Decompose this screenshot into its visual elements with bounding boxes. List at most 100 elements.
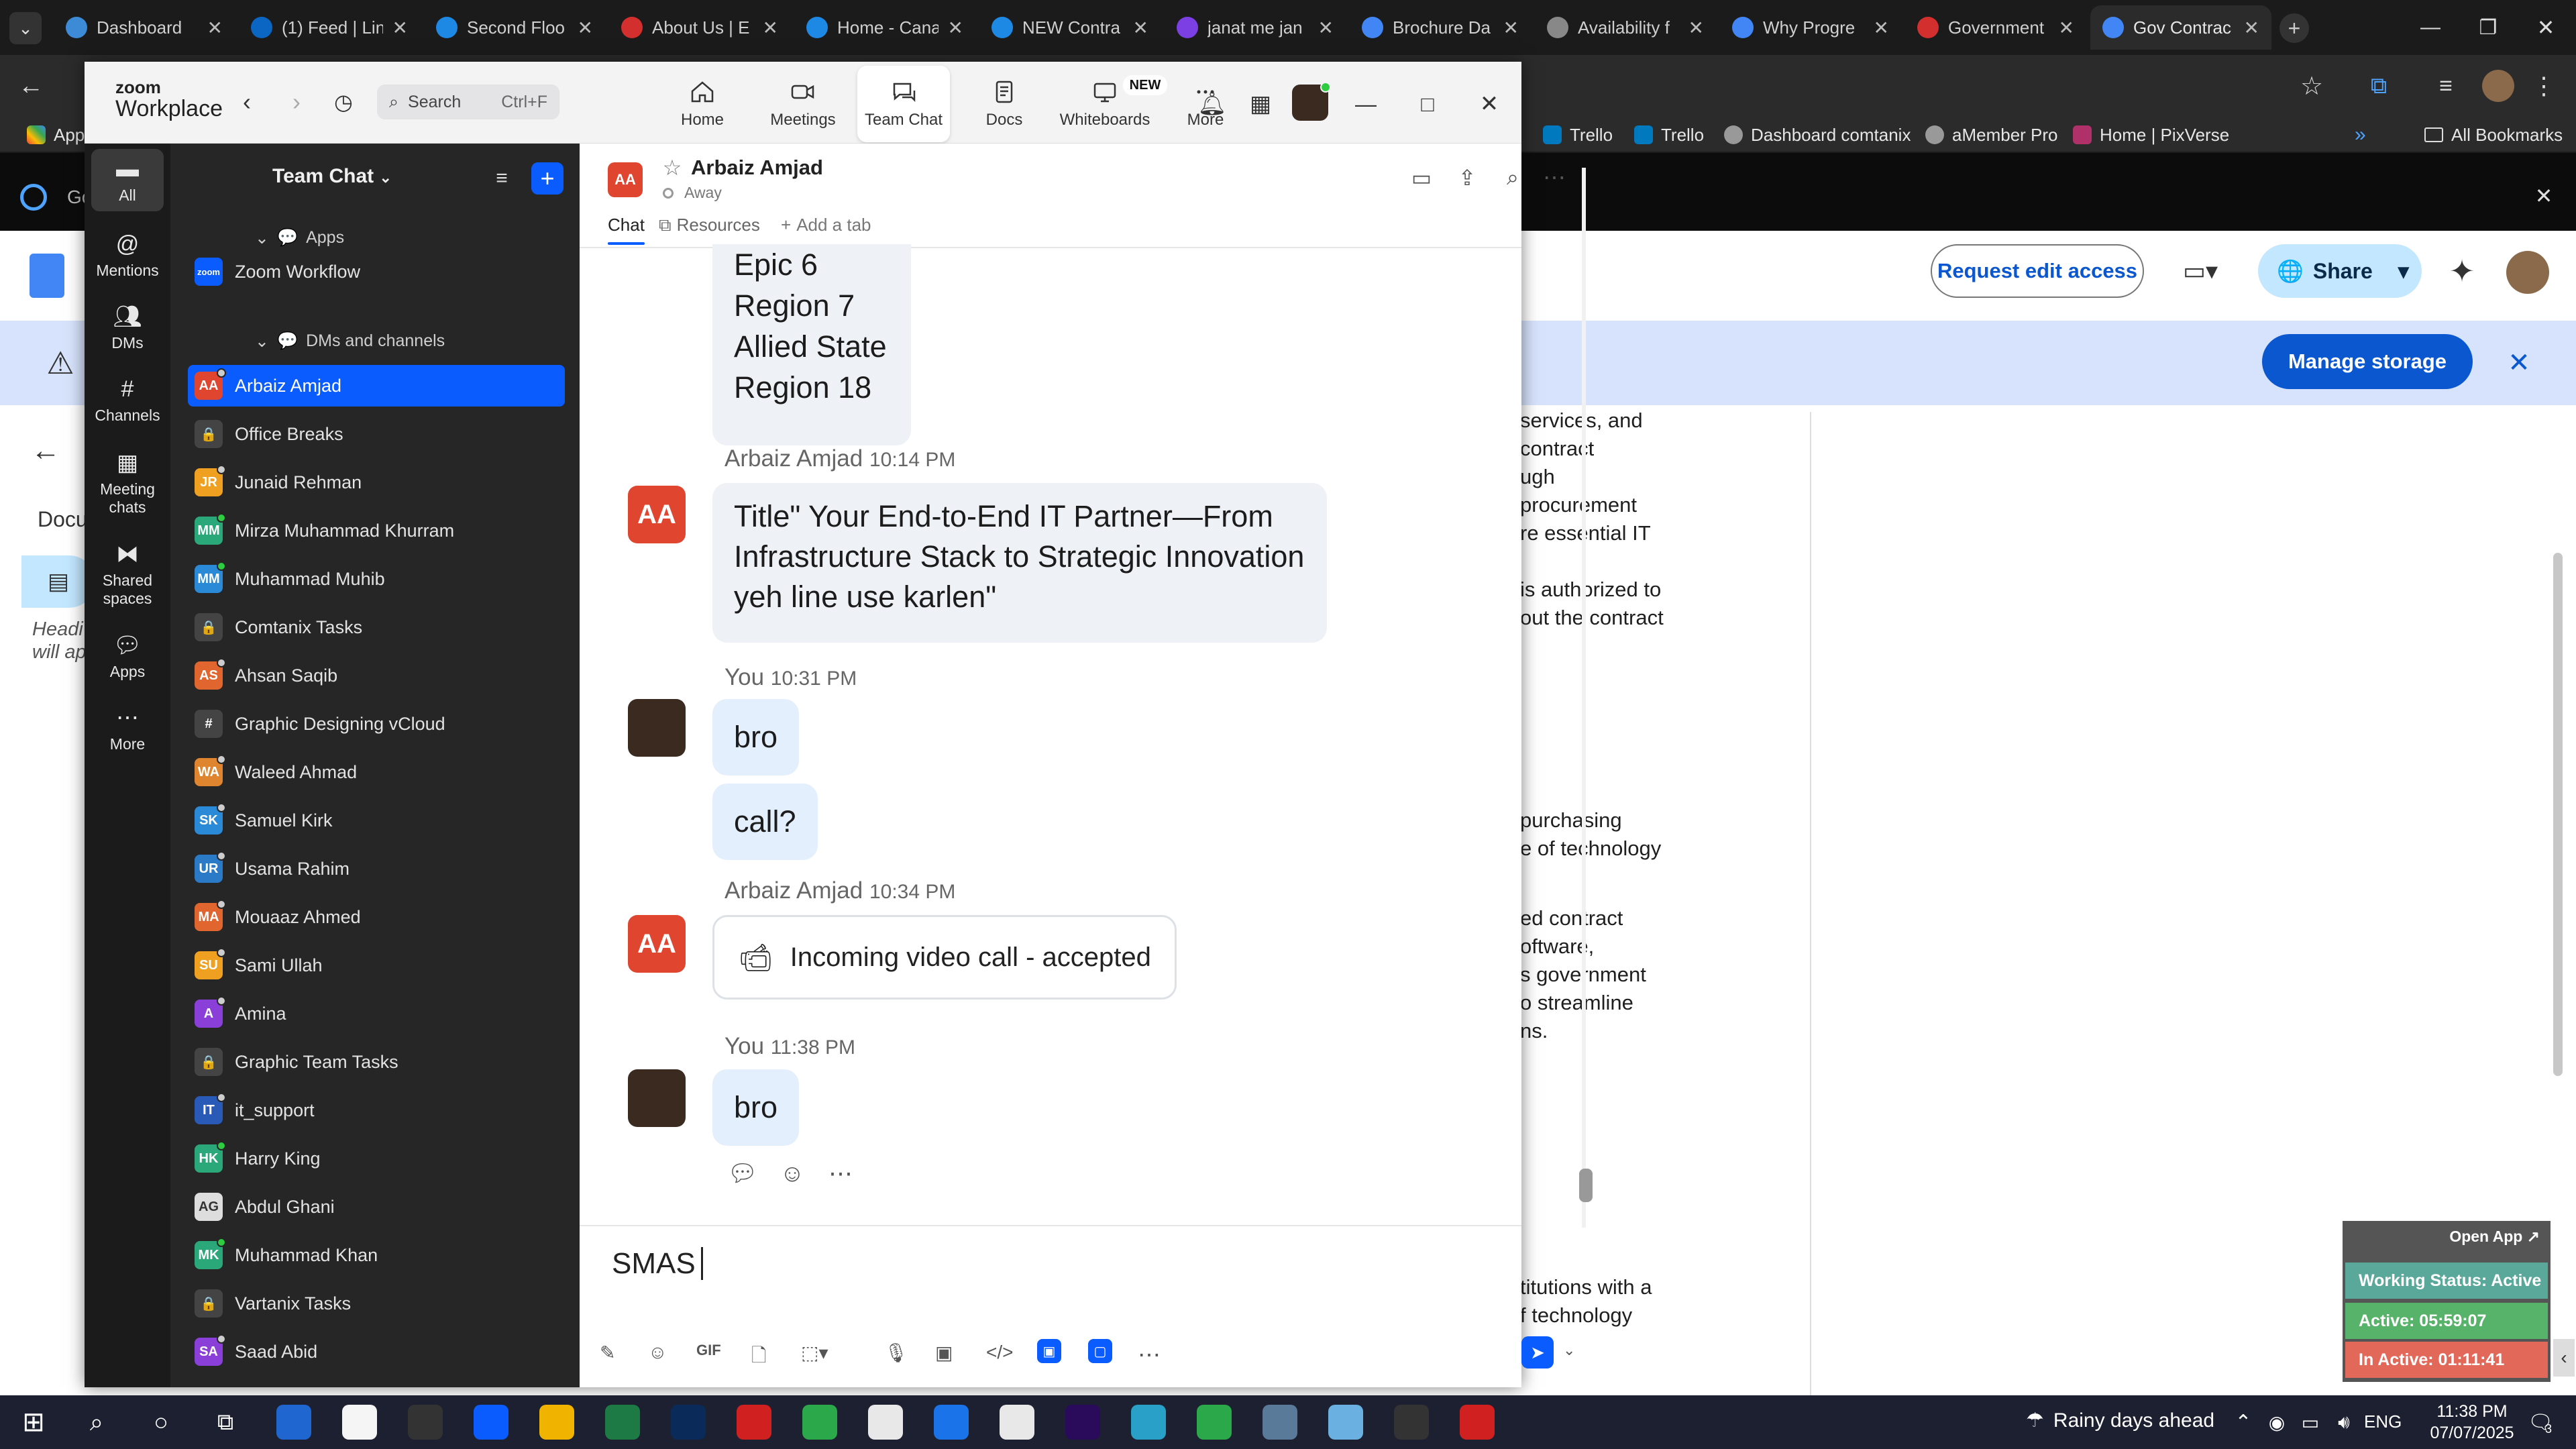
format-icon[interactable]: ✎ [600,1342,615,1364]
close-tab-icon[interactable]: ✕ [948,17,963,39]
section-dms[interactable]: ⌄ 💬 DMs and channels [255,331,445,352]
sidebar-item[interactable]: UR Usama Rahim [188,848,565,890]
close-tab-icon[interactable]: ✕ [1503,17,1519,39]
video-icon[interactable]: ▭ [1405,161,1438,195]
sidebar-item[interactable]: MK Muhammad Khan [188,1234,565,1276]
search-taskbar-icon[interactable]: ⌕ [80,1406,113,1438]
my-avatar[interactable] [628,1069,686,1127]
bell-icon[interactable]: 🔔︎ [1195,87,1229,121]
compose-plus-button[interactable]: + [531,162,564,195]
message-bubble[interactable]: bro [712,1069,800,1146]
network-icon[interactable]: ▭ [2297,1406,2324,1438]
notepad-taskbar-icon[interactable] [1328,1405,1363,1440]
profile-avatar[interactable] [2482,70,2514,102]
contact-avatar[interactable]: AA [608,162,643,197]
tab-resources[interactable]: ⧉ Resources [659,215,760,236]
nav-meetings[interactable]: Meetings [757,66,849,142]
star-icon[interactable]: ☆ [660,156,684,180]
acrobat-taskbar-icon[interactable] [737,1405,771,1440]
close-tab-icon[interactable]: ✕ [763,17,778,39]
bookmark-trello-1[interactable]: Trello [1543,117,1613,153]
collapse-tracker-icon[interactable]: ‹ [2553,1339,2575,1377]
call-event-card[interactable]: 📹︎ Incoming video call - accepted [712,915,1177,1000]
clock[interactable]: 11:38 PM 07/07/2025 [2422,1401,2522,1444]
search-chat-icon[interactable]: ⌕ [1496,161,1529,195]
rail-channels[interactable]: # Channels [91,376,164,425]
back-icon[interactable]: ← [13,68,48,103]
close-tab-icon[interactable]: ✕ [2244,17,2259,39]
tab-search-icon[interactable]: ⌄ [9,12,42,44]
terminal-taskbar-icon[interactable] [408,1405,443,1440]
browser-tab[interactable]: Dashboard ✕ [54,5,235,50]
back-nav-icon[interactable]: ‹ [232,87,262,117]
compose-input[interactable]: SMAS [612,1238,703,1289]
more-bookmarks-icon[interactable]: » [2355,117,2366,153]
sidebar-item[interactable]: SK Samuel Kirk [188,800,565,841]
chat-scrollbar-thumb[interactable] [1579,1169,1593,1202]
more-compose-icon[interactable]: ⋯ [1138,1342,1161,1368]
bookmark-star-icon[interactable]: ☆ [2294,68,2329,103]
bookmark-trello-2[interactable]: Trello [1634,117,1704,153]
rail-all[interactable]: ▬ All [91,149,164,211]
sidebar-item[interactable]: SU Sami Ullah [188,945,565,986]
sidebar-item[interactable]: 🔒 Comtanix Tasks [188,606,565,648]
sidebar-item[interactable]: 🔒 Office Breaks [188,413,565,455]
bookmark-dashboard[interactable]: Dashboard comtanix [1724,117,1911,153]
close-zoom-icon[interactable]: ✕ [1469,87,1509,121]
rail-shared-spaces[interactable]: ⧓ Shared spaces [91,541,164,608]
whiteboard-shortcut-icon[interactable]: ▢ [1088,1339,1112,1363]
back-arrow-icon[interactable]: ← [27,432,64,470]
sidebar-item[interactable]: SA Saad Abid [188,1331,565,1373]
close-banner-icon[interactable]: ✕ [2502,346,2536,380]
close-icon[interactable]: ✕ [2517,0,2575,55]
close-tab-icon[interactable]: ✕ [207,17,223,39]
nav-home[interactable]: Home [656,66,749,142]
browser-tab[interactable]: NEW Contra ✕ [979,5,1161,50]
emoji-icon[interactable]: ☺ [648,1342,667,1363]
close-info-icon[interactable]: ✕ [2529,181,2559,211]
browser-tab[interactable]: Availability f ✕ [1535,5,1716,50]
browser-tab[interactable]: About Us | E ✕ [609,5,790,50]
weather-widget[interactable]: ☂ Rainy days ahead [2026,1409,2214,1432]
rail-apps[interactable]: 💬︎ Apps [91,632,164,681]
close-tab-icon[interactable]: ✕ [1318,17,1334,39]
rail-meeting-chats[interactable]: ▦ Meeting chats [91,449,164,517]
close-tab-icon[interactable]: ✕ [1688,17,1704,39]
history-icon[interactable]: ◷ [329,87,358,117]
bookmark-pixverse[interactable]: Home | PixVerse [2073,117,2229,153]
bookmark-amember[interactable]: aMember Pro [1925,117,2058,153]
screenshot-icon[interactable]: ⬚▾ [801,1342,828,1364]
rail-mentions[interactable]: @ Mentions [91,231,164,280]
message-bubble[interactable]: bro [712,699,800,775]
green-app-taskbar-icon[interactable] [802,1405,837,1440]
team-chat-title[interactable]: Team Chat ⌄ [272,165,392,188]
browser-tab[interactable]: Government ✕ [1905,5,2086,50]
app-shortcut-icon[interactable]: ▣ [1037,1339,1061,1363]
close-tab-icon[interactable]: ✕ [1133,17,1148,39]
send-button[interactable]: ➤ [1521,1336,1554,1368]
nav-docs[interactable]: Docs [958,66,1051,142]
sidebar-item[interactable]: MM Muhammad Muhib [188,558,565,600]
message-bubble[interactable]: Epic 6 Region 7 Allied State Region 18 [712,244,911,445]
calendar-icon[interactable]: ▦ [1244,87,1277,121]
forward-nav-icon[interactable]: › [282,87,311,117]
sender-avatar[interactable]: AA [628,486,686,543]
section-apps[interactable]: ⌄ 💬 Apps [255,228,344,248]
sidebar-item[interactable]: # Graphic Designing vCloud [188,703,565,745]
sidebar-item[interactable]: 🔒 Vartanix Tasks [188,1283,565,1324]
minimize-zoom-icon[interactable]: — [1346,87,1386,121]
close-tab-icon[interactable]: ✕ [392,17,408,39]
windows-start-icon[interactable]: ⊞ [17,1406,50,1438]
pdf-reader-taskbar-icon[interactable] [1460,1405,1495,1440]
tray-app-icon[interactable]: ◉ [2263,1406,2290,1438]
video-message-icon[interactable]: ▣ [935,1342,953,1364]
search-input[interactable]: ⌕ Search Ctrl+F [377,85,559,119]
rail-dms[interactable]: 👥︎ DMs [91,303,164,352]
account-avatar[interactable] [2506,251,2549,294]
sidebar-item[interactable]: AG Abdul Ghani [188,1186,565,1228]
zoom-taskbar-icon[interactable] [474,1405,508,1440]
more-actions-icon[interactable]: ⋯ [824,1157,857,1190]
reply-icon[interactable]: 💬︎ [726,1157,759,1190]
browser-tab[interactable]: (1) Feed | Lin ✕ [239,5,420,50]
sidebar-item[interactable]: HK Harry King [188,1138,565,1179]
